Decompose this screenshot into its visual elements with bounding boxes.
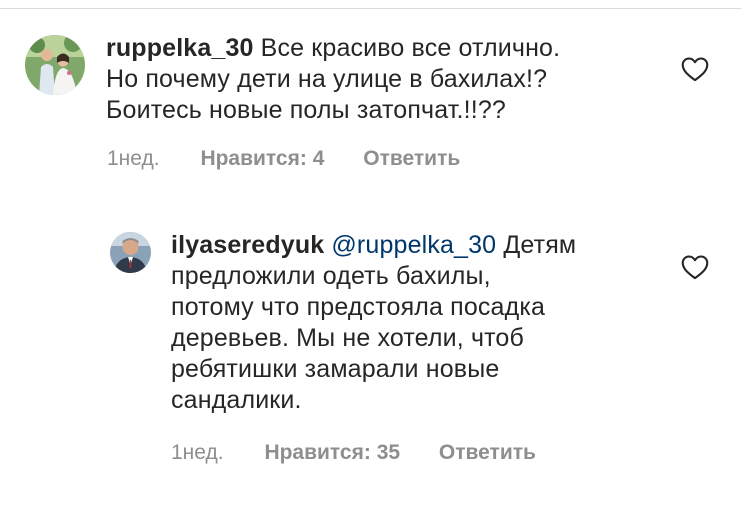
comment-text-line-5: ребятишки замарали новые [171,355,500,383]
avatar-photo-man-icon [110,232,151,273]
comment-meta: 1нед. Нравится: 4 Ответить [107,147,460,171]
comment-age: 1нед. [171,441,224,464]
comment-text-line-3: потому что предстояла посадка [171,293,546,321]
username-link[interactable]: ilyaseredyuk [171,231,324,259]
avatar[interactable] [110,232,151,273]
mention-link[interactable]: @ruppelka_30 [331,231,496,259]
likes-count[interactable]: Нравится: 35 [264,441,400,464]
comment-text-line-1: ilyaseredyuk @ruppelka_30 Детям [171,230,576,261]
comment-text-line-4: деревьев. Мы не хотели, чтоб [171,324,524,352]
top-divider [0,8,741,9]
heart-outline-icon[interactable] [681,254,709,280]
comment-text-line-2: предложили одеть бахилы, [171,262,491,290]
likes-count[interactable]: Нравится: 4 [200,147,324,170]
comment-text: Все красиво все отлично. [260,34,561,62]
avatar[interactable] [25,35,85,95]
comment-meta: 1нед. Нравится: 35 Ответить [171,441,536,465]
reply-button[interactable]: Ответить [439,441,536,464]
comment-text: Детям [503,231,577,259]
comment-text-line-6: сандалики. [171,386,302,414]
reply-button[interactable]: Ответить [363,147,460,170]
comment-age: 1нед. [107,147,160,170]
heart-outline-icon[interactable] [681,56,709,82]
comment-text-line-1: ruppelka_30 Все красиво все отлично. [106,33,560,64]
comment-text-line-2: Но почему дети на улице в бахилах!? [106,65,548,93]
avatar-photo-couple-icon [25,35,85,95]
username-link[interactable]: ruppelka_30 [106,34,254,62]
comment-text-line-3: Боитесь новые полы затопчат.!!?? [106,96,506,124]
